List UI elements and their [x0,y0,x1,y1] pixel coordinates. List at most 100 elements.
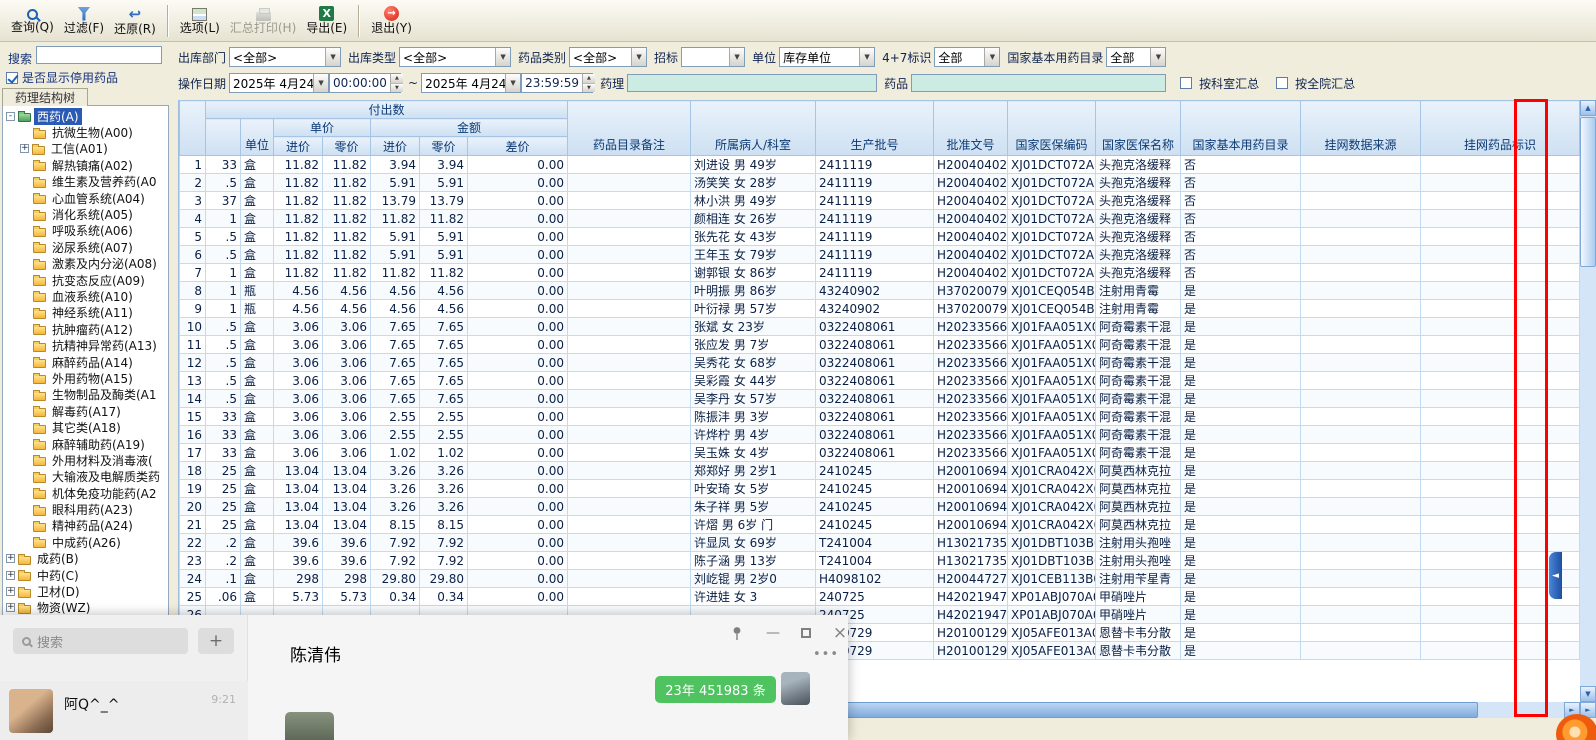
chat-image-partial[interactable] [285,712,334,740]
tree-item[interactable]: 泌尿系统(A07) [3,239,168,255]
header-basic[interactable]: 国家基本用药目录 [1180,100,1301,156]
header-remark[interactable]: 药品目录备注 [567,100,691,156]
category-combo[interactable]: <全部> ▼ [569,47,648,67]
table-row[interactable]: 11.5 盒 3.06 3.06 7.65 7.65 0.00 张应发 男 7岁 0322408… [179,335,1580,354]
dept-combo[interactable]: <全部> ▼ [229,47,342,67]
drug-input[interactable] [911,74,1167,92]
header-purchase-amount[interactable]: 进价 [370,136,420,156]
table-row[interactable]: 1 33 盒 11.82 11.82 3.94 3.94 0.00 刘进设 男 49岁 24111… [179,155,1580,174]
table-row[interactable]: 22.2 盒 39.6 39.6 7.92 7.92 0.00 许显凤 女 69岁 T24100… [179,533,1580,552]
chat-message-bubble[interactable]: 23年 451983 条 [655,676,776,703]
tree-item[interactable]: 解热镇痛(A02) [3,157,168,173]
table-row[interactable]: 6.5 盒 11.82 11.82 5.91 5.91 0.00 王年玉 女 79岁 24111… [179,245,1580,264]
chevron-down-icon[interactable]: ▼ [984,48,1000,66]
pin-icon[interactable] [722,620,752,646]
by-hospital-checkbox[interactable] [1276,77,1289,89]
add-contact-button[interactable]: + [198,628,234,654]
tree-item[interactable]: 抗肿瘤药(A12) [3,321,168,337]
header-retail-amount[interactable]: 零价 [419,136,468,156]
tree-item[interactable]: 维生素及营养药(A0 [3,174,168,190]
table-row[interactable]: 10.5 盒 3.06 3.06 7.65 7.65 0.00 张斌 女 23岁 0322408… [179,317,1580,336]
header-approval[interactable]: 批准文号 [933,100,1008,156]
scroll-down-icon[interactable]: ▼ [1580,686,1596,702]
collapse-icon[interactable]: - [6,111,15,121]
expand-icon[interactable]: + [6,570,15,580]
header-diff[interactable]: 差价 [467,136,568,156]
query-button[interactable]: 查询(Q) [6,2,59,40]
spin-down-icon[interactable]: ▼ [390,82,403,92]
tab-pharm-tree[interactable]: 药理结构树 [2,88,88,106]
time-from-spinner[interactable]: 00:00:00 ▲ ▼ [329,73,403,93]
header-flag[interactable]: 挂网药品标识 [1420,100,1580,156]
exit-button[interactable]: → 退出(Y) [366,2,417,40]
header-payout[interactable]: 付出数 [205,100,568,119]
filter-button[interactable]: 过滤(F) [59,2,109,40]
chevron-down-icon[interactable]: ▼ [325,48,341,66]
tree-item[interactable]: - 西药(A) [3,107,168,125]
tree-item[interactable]: 外用药物(A15) [3,370,168,386]
mark47-combo[interactable]: 全部 ▼ [934,47,1001,67]
table-row[interactable]: 16 33 盒 3.06 3.06 2.55 2.55 0.00 许烨柠 男 4岁 0322408… [179,425,1580,444]
show-stopped-checkbox[interactable] [6,71,18,84]
expand-icon[interactable]: + [6,554,15,564]
header-retail-price[interactable]: 零价 [322,136,371,156]
minimize-icon[interactable]: — [758,620,788,646]
spin-down-icon[interactable]: ▼ [582,82,595,92]
tree-item[interactable]: 呼吸系统(A06) [3,223,168,239]
table-row[interactable]: 12.5 盒 3.06 3.06 7.65 7.65 0.00 吴秀花 女 68岁 032240… [179,353,1580,372]
tree-item[interactable]: 大输液及电解质类药 [3,469,168,485]
national-catalog-combo[interactable]: 全部 ▼ [1106,47,1167,67]
maximize-icon[interactable] [791,620,821,646]
header-source[interactable]: 挂网数据来源 [1300,100,1421,156]
chevron-down-icon[interactable]: ▼ [505,74,521,92]
tree-item[interactable]: 眼科用药(A23) [3,501,168,517]
table-row[interactable]: 14.5 盒 3.06 3.06 7.65 7.65 0.00 吴李丹 女 57岁 032240… [179,389,1580,408]
header-batch[interactable]: 生产批号 [815,100,934,156]
header-name[interactable]: 国家医保名称 [1095,100,1181,156]
header-unit[interactable]: 单位 [240,118,274,156]
tree-item[interactable]: 抗变态反应(A09) [3,272,168,288]
type-combo[interactable]: <全部> ▼ [399,47,512,67]
table-row[interactable]: 20 25 盒 13.04 13.04 3.26 3.26 0.00 朱子祥 男 5岁 24102… [179,497,1580,516]
time-to-spinner[interactable]: 23:59:59 ▲ ▼ [521,73,595,93]
vertical-scroll-thumb[interactable] [1580,117,1596,267]
table-row[interactable]: 7 1 盒 11.82 11.82 11.82 11.82 0.00 谢郭银 女 86岁 2411… [179,263,1580,282]
table-row[interactable]: 18 25 盒 13.04 13.04 3.26 3.26 0.00 郑郑好 男 2岁1 2410… [179,461,1580,480]
table-row[interactable]: 3 37 盒 11.82 11.82 13.79 13.79 0.00 林小洪 男 49岁 241… [179,191,1580,210]
tree-item[interactable]: + 工信(A01) [3,141,168,157]
export-button[interactable]: X 导出(E) [301,2,352,40]
sidebar-search-input[interactable] [36,46,162,64]
tree-item[interactable]: 抗精神异常药(A13) [3,337,168,353]
restore-button[interactable]: ↩ 还原(R) [109,2,161,40]
expand-icon[interactable]: + [6,603,15,613]
chevron-down-icon[interactable]: ▼ [859,48,875,66]
tree-item[interactable]: 消化系统(A05) [3,206,168,222]
table-row[interactable]: 9 1 瓶 4.56 4.56 4.56 4.56 0.00 叶衍禄 男 57岁 43240902… [179,299,1580,318]
date-to-combo[interactable]: 2025年 4月24日 ▼ [421,73,522,93]
more-icon[interactable]: ••• [813,647,839,662]
tree-item[interactable]: 精神药品(A24) [3,518,168,534]
header-price-group[interactable]: 单价 [273,118,371,137]
expand-icon[interactable]: + [20,144,29,154]
tree-item[interactable]: 其它类(A18) [3,419,168,435]
table-row[interactable]: 15 33 盒 3.06 3.06 2.55 2.55 0.00 陈振沣 男 3岁 0322408… [179,407,1580,426]
tree-item[interactable]: 麻醉辅助药(A19) [3,436,168,452]
tree-item[interactable]: 激素及内分泌(A08) [3,256,168,272]
table-row[interactable]: 23.2 盒 39.6 39.6 7.92 7.92 0.00 陈子涵 男 13岁 T24100… [179,551,1580,570]
header-amount-group[interactable]: 金额 [370,118,568,137]
tree-item[interactable]: 解毒药(A17) [3,403,168,419]
chevron-down-icon[interactable]: ▼ [729,48,745,66]
collapse-panel-handle[interactable]: ◄ [1549,552,1562,599]
table-row[interactable]: 24.1 盒 298 298 29.80 29.80 0.00 刘屹锟 男 2岁0 H40981… [179,569,1580,588]
tree-item[interactable]: 中成药(A26) [3,534,168,550]
table-row[interactable]: 17 33 盒 3.06 3.06 1.02 1.02 0.00 吴玉姝 女 4岁 0322408… [179,443,1580,462]
header-patient[interactable]: 所属病人/科室 [690,100,816,156]
tree-item[interactable]: 麻醉药品(A14) [3,354,168,370]
tree-item[interactable]: + 成药(B) [3,551,168,567]
tree-item[interactable]: 神经系统(A11) [3,305,168,321]
tree-item[interactable]: 机体免疫功能药(A2 [3,485,168,501]
tree-item[interactable]: 血液系统(A10) [3,288,168,304]
unit-combo[interactable]: 库存单位 ▼ [779,47,876,67]
table-row[interactable]: 25.06 盒 5.73 5.73 0.34 0.34 0.00 许进娃 女 3 240725 H… [179,587,1580,606]
tree-item[interactable]: 抗微生物(A00) [3,124,168,140]
